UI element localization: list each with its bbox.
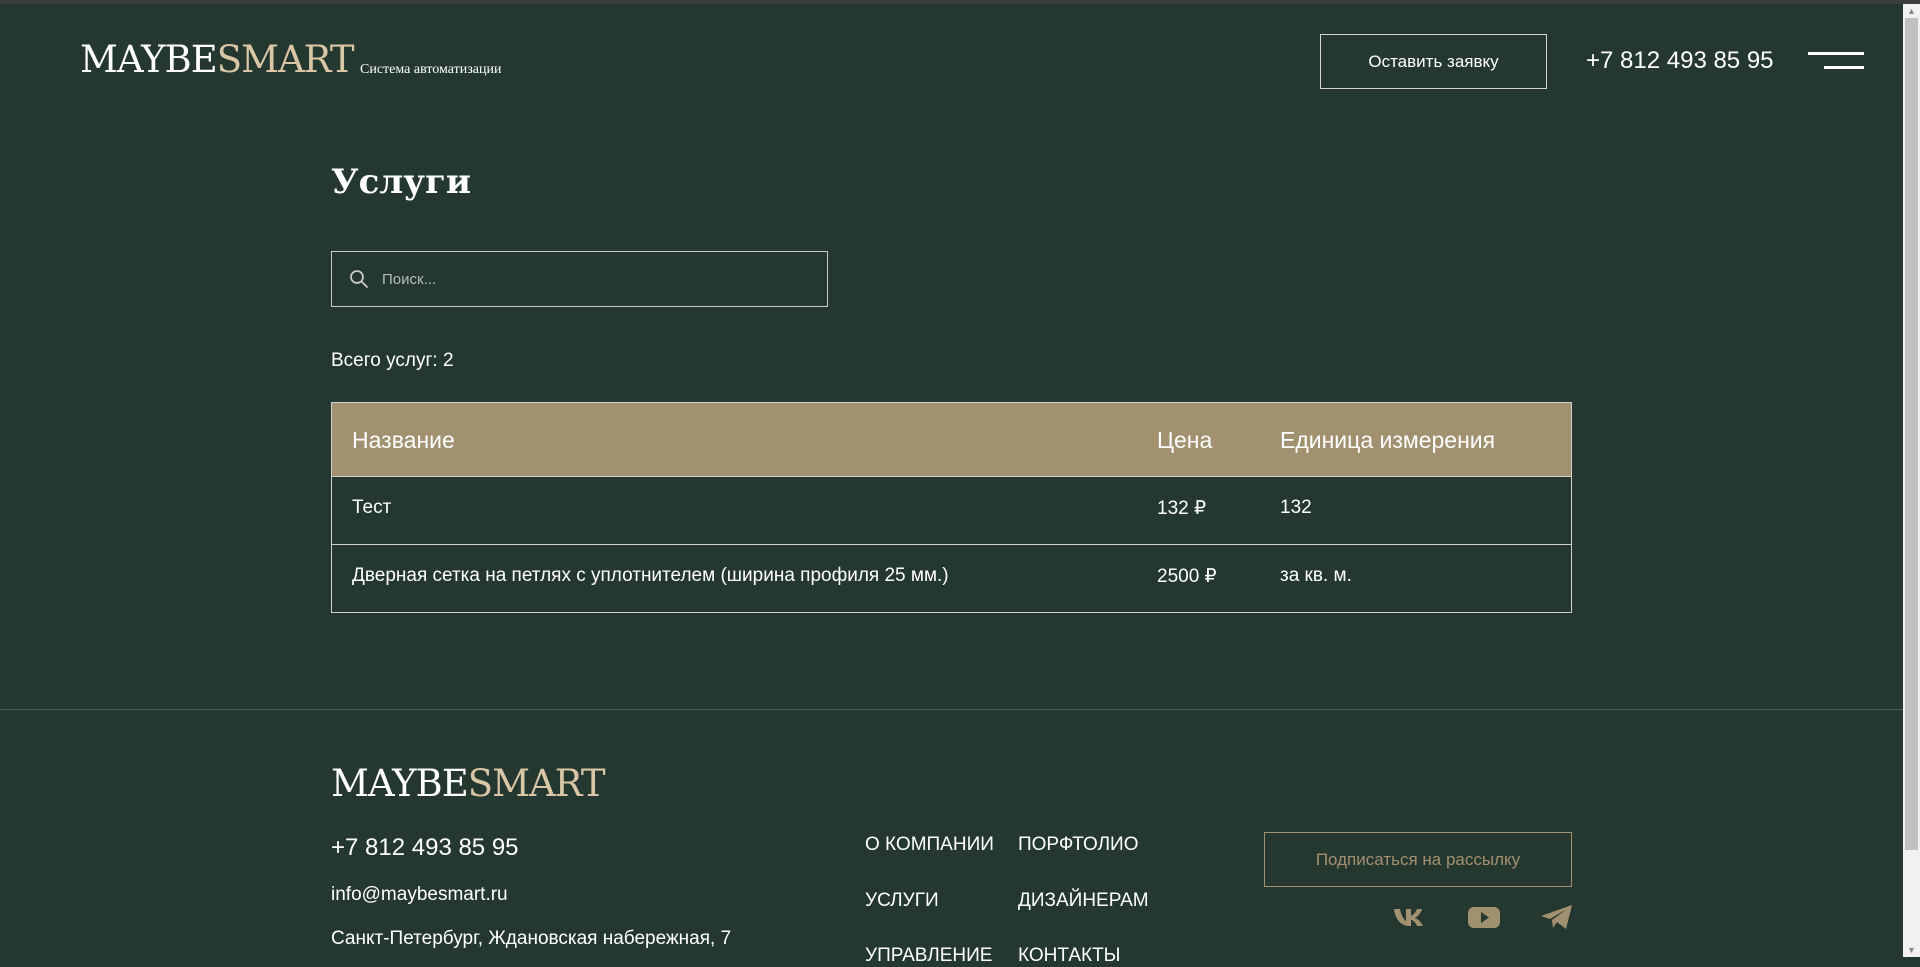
services-table: Название Цена Единица измерения Тест 132… bbox=[331, 402, 1572, 613]
footer-nav-contacts[interactable]: КОНТАКТЫ bbox=[1018, 945, 1121, 967]
site-logo[interactable]: MAYBESMART bbox=[80, 38, 355, 81]
search-icon bbox=[350, 270, 368, 288]
footer-logo-part-1: MAYBE bbox=[331, 762, 469, 805]
footer-nav-services[interactable]: УСЛУГИ bbox=[865, 890, 939, 912]
page-scrollbar[interactable]: ▲ ▼ bbox=[1903, 4, 1920, 957]
column-header-price: Цена bbox=[1157, 427, 1213, 453]
service-price: 132 ₽ bbox=[1157, 498, 1207, 519]
leave-request-button[interactable]: Оставить заявку bbox=[1320, 34, 1547, 89]
site-tagline: Система автоматизации bbox=[360, 62, 502, 77]
search-box[interactable] bbox=[331, 251, 828, 307]
logo-part-1: MAYBE bbox=[80, 38, 218, 81]
services-count: Всего услуг: 2 bbox=[331, 350, 454, 371]
footer-divider bbox=[0, 709, 1903, 710]
service-price: 2500 ₽ bbox=[1157, 566, 1217, 587]
scroll-down-icon[interactable]: ▼ bbox=[1903, 943, 1920, 957]
footer-nav-portfolio[interactable]: ПОРФТОЛИО bbox=[1018, 834, 1139, 856]
logo-part-2: SMART bbox=[216, 38, 355, 81]
header-phone[interactable]: +7 812 493 85 95 bbox=[1586, 47, 1774, 75]
window-top-border bbox=[0, 0, 1920, 4]
service-unit: 132 bbox=[1280, 497, 1312, 518]
subscribe-button[interactable]: Подписаться на рассылку bbox=[1264, 832, 1572, 887]
footer-nav-about[interactable]: О КОМПАНИИ bbox=[865, 834, 994, 856]
scrollbar-thumb[interactable] bbox=[1905, 18, 1918, 850]
footer-nav-designers[interactable]: ДИЗАЙНЕРАМ bbox=[1018, 890, 1149, 912]
footer-nav-management[interactable]: УПРАВЛЕНИЕ bbox=[865, 945, 992, 967]
footer-phone[interactable]: +7 812 493 85 95 bbox=[331, 834, 519, 862]
hamburger-line-bottom bbox=[1824, 66, 1864, 69]
footer-address: Санкт-Петербург, Ждановская набережная, … bbox=[331, 928, 732, 949]
service-name: Дверная сетка на петлях с уплотнителем (… bbox=[352, 565, 949, 586]
hamburger-menu-icon[interactable] bbox=[1808, 52, 1864, 72]
page-title: Услуги bbox=[331, 162, 472, 202]
column-header-name: Название bbox=[352, 427, 455, 453]
table-header: Название Цена Единица измерения bbox=[332, 403, 1571, 476]
youtube-icon[interactable] bbox=[1466, 902, 1502, 932]
vk-icon[interactable] bbox=[1392, 902, 1428, 932]
footer-logo-part-2: SMART bbox=[467, 762, 606, 805]
service-unit: за кв. м. bbox=[1280, 565, 1352, 586]
scroll-up-icon[interactable]: ▲ bbox=[1903, 4, 1920, 18]
footer-logo[interactable]: MAYBESMART bbox=[331, 762, 606, 805]
service-name: Тест bbox=[352, 497, 392, 518]
footer-email[interactable]: info@maybesmart.ru bbox=[331, 884, 508, 906]
telegram-icon[interactable] bbox=[1539, 902, 1575, 932]
table-row[interactable]: Дверная сетка на петлях с уплотнителем (… bbox=[332, 544, 1571, 612]
hamburger-line-top bbox=[1808, 52, 1864, 55]
table-row[interactable]: Тест 132 ₽ 132 bbox=[332, 476, 1571, 544]
search-input[interactable] bbox=[382, 252, 812, 306]
column-header-unit: Единица измерения bbox=[1280, 427, 1496, 453]
